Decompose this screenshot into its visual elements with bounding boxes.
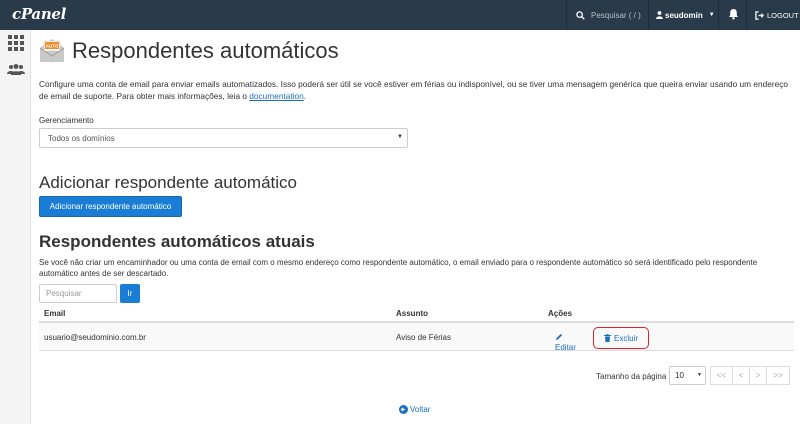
pencil-icon (556, 333, 563, 340)
left-sidebar (0, 30, 31, 424)
chevron-down-icon: ▼ (397, 134, 403, 140)
documentation-link[interactable]: documentation (249, 91, 303, 101)
row-email: usuario@seudominio.com.br (44, 333, 146, 342)
column-header-email[interactable]: Email (44, 309, 65, 318)
current-section-description: Se você não criar um encaminhador ou uma… (39, 258, 758, 278)
back-link[interactable]: Voltar (399, 405, 430, 414)
arrow-left-circle-icon (399, 405, 408, 414)
chevron-down-icon: ▼ (697, 372, 702, 378)
table-row: usuario@seudominio.com.br Aviso de Féria… (39, 323, 794, 352)
domain-select-value: Todos os domínios (48, 133, 115, 143)
next-page-button[interactable]: > (749, 366, 767, 385)
management-label: Gerenciamento (39, 116, 94, 125)
domain-select[interactable]: Todos os domínios ▼ (39, 128, 408, 148)
global-search[interactable]: Pesquisar ( / ) (566, 0, 648, 30)
edit-label: Editar (555, 343, 576, 352)
divider (746, 0, 747, 30)
apps-grid-icon[interactable] (8, 35, 24, 51)
edit-link[interactable]: Editar (555, 333, 576, 352)
table-header: Email Assunto Ações (39, 305, 794, 323)
page-size-select[interactable]: 10 ▼ (669, 366, 706, 385)
column-header-actions: Ações (548, 309, 573, 318)
search-icon (576, 10, 585, 20)
divider (648, 0, 649, 30)
add-autoresponder-button[interactable]: Adicionar respondente automático (39, 196, 182, 217)
page-description: Configure uma conta de email para enviar… (39, 78, 794, 102)
delete-link[interactable]: Excluir (593, 327, 649, 349)
prev-page-button[interactable]: < (732, 366, 750, 385)
column-header-subject[interactable]: Assunto (396, 309, 428, 318)
cpanel-logo[interactable]: cPanel (12, 5, 66, 23)
search-go-button[interactable]: Ir (120, 284, 140, 303)
first-page-button[interactable]: << (710, 366, 733, 385)
row-subject: Aviso de Férias (396, 333, 451, 342)
description-end: . (303, 91, 307, 101)
autoresponder-icon: AUTO (39, 39, 65, 62)
search-placeholder: Pesquisar ( / ) (591, 10, 641, 20)
svg-text:AUTO: AUTO (46, 44, 59, 49)
divider (718, 0, 719, 30)
description-text: Configure uma conta de email para enviar… (39, 79, 788, 101)
delete-label: Excluir (613, 333, 638, 343)
logout-label: LOGOUT (767, 10, 799, 20)
trash-icon (603, 334, 611, 342)
users-icon[interactable] (7, 64, 25, 76)
user-icon (656, 11, 663, 19)
page-size-label: Tamanho da página (596, 372, 667, 381)
autoresponder-search-input[interactable]: Pesquisar (39, 284, 117, 303)
page-title: Respondentes automáticos (72, 38, 339, 63)
bell-icon[interactable] (728, 8, 739, 20)
page-size-value: 10 (675, 371, 684, 380)
last-page-button[interactable]: >> (766, 366, 790, 385)
chevron-down-icon: ▼ (708, 12, 715, 18)
user-menu[interactable]: seudomin ▼ (656, 0, 715, 30)
current-section-heading: Respondentes automáticos atuais (39, 232, 315, 251)
top-navbar: cPanel Pesquisar ( / ) seudomin ▼ LOGOUT (0, 0, 800, 30)
logout-button[interactable]: LOGOUT (755, 0, 799, 30)
back-label: Voltar (410, 405, 431, 414)
add-section-heading: Adicionar respondente automático (39, 173, 297, 192)
pagination-controls: << < > >> (710, 366, 790, 385)
username: seudomin (665, 10, 703, 20)
logout-icon (755, 10, 764, 20)
